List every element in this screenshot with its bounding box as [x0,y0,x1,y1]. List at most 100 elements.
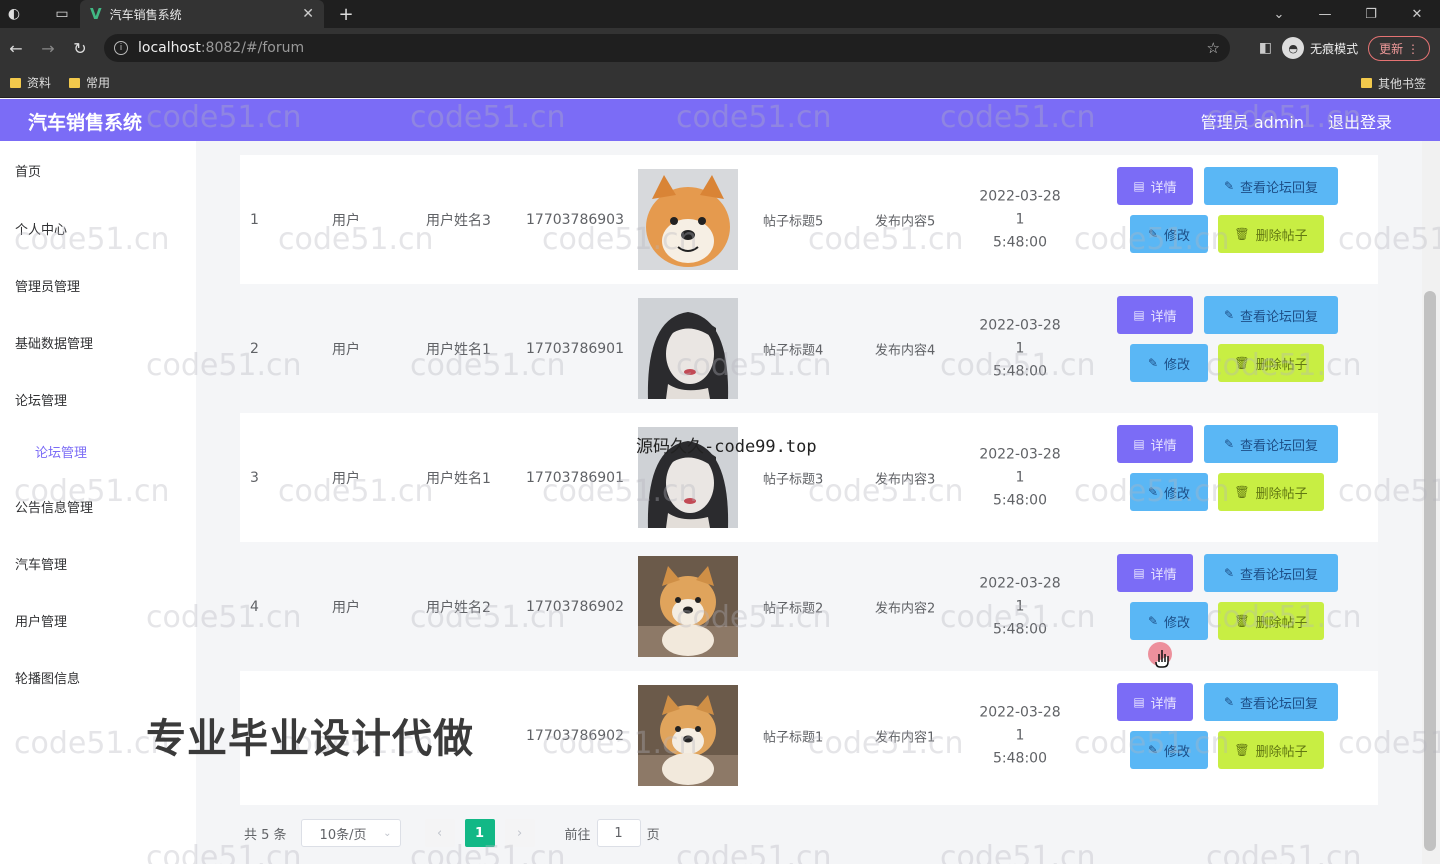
browser-tab[interactable]: V 汽车销售系统 ✕ [80,0,324,28]
page-scrollbar[interactable] [1422,141,1440,864]
sidebar-item-profile[interactable]: 个人中心 [15,219,67,238]
delete-label: 删除帖子 [1255,615,1308,631]
sidebar-item-forum[interactable]: 论坛管理 [15,390,67,409]
sidebar-item-car[interactable]: 汽车管理 [15,554,67,573]
row-post-image [638,556,738,657]
row-post-image [638,298,738,399]
row-user-type: 用户 [332,212,360,229]
row-post-time: 2022-03-28 1 5:48:00 [979,575,1061,637]
prev-page-button[interactable]: ‹ [424,819,455,847]
detail-button[interactable]: ▤ 详情 [1117,296,1193,334]
sidebar-item-home[interactable]: 首页 [15,161,41,180]
row-phone: 17703786902 [526,727,624,744]
trash-icon: 🗑 [1234,485,1250,499]
edit-label: 修改 [1164,228,1191,244]
delete-post-button[interactable]: 🗑 删除帖子 [1218,473,1324,511]
url-path: :8082/#/forum [200,40,305,56]
edit-button[interactable]: ✎ 修改 [1130,473,1208,511]
document-icon: ▤ [1133,566,1145,580]
current-user: 管理员 admin [1200,113,1304,132]
restore-button[interactable]: ❐ [1348,0,1394,28]
view-replies-button[interactable]: ✎ 查看论坛回复 [1204,167,1338,205]
row-index: 3 [250,469,259,486]
view-replies-button[interactable]: ✎ 查看论坛回复 [1204,554,1338,592]
next-page-button[interactable]: › [504,819,535,847]
tab-close-icon[interactable]: ✕ [302,6,314,22]
new-tab-button[interactable]: + [334,0,358,28]
toolbar-right: ◧ ◓ 无痕模式 更新 ⋮ [1259,34,1430,62]
edit-button[interactable]: ✎ 修改 [1130,731,1208,769]
view-replies-button[interactable]: ✎ 查看论坛回复 [1204,683,1338,721]
reload-button[interactable]: ↻ [64,28,96,68]
row-post-title: 帖子标题3 [763,472,824,487]
scrollbar-thumb[interactable] [1424,291,1436,851]
view-replies-button[interactable]: ✎ 查看论坛回复 [1204,296,1338,334]
row-phone: 17703786903 [526,211,624,228]
detail-label: 详情 [1150,180,1177,196]
pencil-icon: ✎ [1147,356,1159,370]
back-button[interactable]: ← [0,28,32,68]
sidebar-item-carousel[interactable]: 轮播图信息 [15,668,80,687]
logout-button[interactable]: 退出登录 [1328,109,1392,133]
forward-button[interactable]: → [32,28,64,68]
tab-strip-icon[interactable]: ▭ [48,0,76,28]
sidebar-item-user[interactable]: 用户管理 [15,611,67,630]
side-panel-icon[interactable]: ◧ [1259,40,1272,56]
detail-label: 详情 [1150,696,1177,712]
document-icon: ▤ [1133,695,1145,709]
document-icon: ▤ [1133,437,1145,451]
trash-icon: 🗑 [1234,227,1250,241]
row-post-time: 2022-03-28 1 5:48:00 [979,317,1061,379]
row-phone: 17703786902 [526,598,624,615]
view-replies-button[interactable]: ✎ 查看论坛回复 [1204,425,1338,463]
close-window-button[interactable]: ✕ [1394,0,1440,28]
tab-search-icon[interactable]: ⌄ [1256,0,1302,28]
delete-post-button[interactable]: 🗑 删除帖子 [1218,602,1324,640]
detail-button[interactable]: ▤ 详情 [1117,425,1193,463]
url-bar[interactable]: i localhost :8082/#/forum ☆ [104,34,1230,62]
sidebar-item-base-data[interactable]: 基础数据管理 [15,333,93,352]
pencil-icon: ✎ [1147,485,1159,499]
browser-globe-icon[interactable]: ◐ [0,0,28,28]
table-row: 1 用户 用户姓名3 17703786903 帖子标题5 发布内容5 2022-03-28 … [240,155,1378,284]
edit-label: 修改 [1164,486,1191,502]
bookmark-star-icon[interactable]: ☆ [1207,39,1220,57]
detail-button[interactable]: ▤ 详情 [1117,554,1193,592]
other-bookmarks[interactable]: 其他书签 [1360,68,1426,98]
sidebar-subitem-forum[interactable]: 论坛管理 [35,442,87,461]
delete-post-button[interactable]: 🗑 删除帖子 [1218,215,1324,253]
pagination: 共 5 条 10条/页 ⌄ ‹ 1 › 前往 1 页 [244,819,660,847]
edit-button[interactable]: ✎ 修改 [1130,602,1208,640]
detail-button[interactable]: ▤ 详情 [1117,167,1193,205]
delete-post-button[interactable]: 🗑 删除帖子 [1218,344,1324,382]
sidebar-item-admin[interactable]: 管理员管理 [15,276,80,295]
delete-post-button[interactable]: 🗑 删除帖子 [1218,731,1324,769]
window-controls: ⌄ — ❐ ✕ [1256,0,1440,28]
page-size-select[interactable]: 10条/页 ⌄ [300,819,401,847]
row-post-time: 2022-03-28 1 5:48:00 [979,704,1061,766]
detail-button[interactable]: ▤ 详情 [1117,683,1193,721]
view-replies-label: 查看论坛回复 [1240,309,1319,325]
page-number-current[interactable]: 1 [464,819,495,847]
info-icon[interactable]: i [114,41,128,55]
goto-prefix: 前往 [564,827,591,843]
bookmark-folder-1[interactable]: 资料 [10,74,51,91]
pencil-icon: ✎ [1147,227,1159,241]
row-post-content: 发布内容2 [875,601,936,616]
bookmark-label: 常用 [86,76,111,90]
table-row: 4 用户 用户姓名2 17703786902 帖子标题2 发布内容2 2022-03-28 … [240,542,1378,671]
row-post-content: 发布内容1 [875,730,936,745]
sidebar-item-notice[interactable]: 公告信息管理 [15,497,93,516]
row-post-title: 帖子标题5 [763,214,824,229]
trash-icon: 🗑 [1234,614,1250,628]
minimize-button[interactable]: — [1302,0,1348,28]
detail-label: 详情 [1150,309,1177,325]
trash-icon: 🗑 [1234,356,1250,370]
edit-button[interactable]: ✎ 修改 [1130,344,1208,382]
goto-page-input[interactable]: 1 [596,819,641,847]
bookmark-folder-2[interactable]: 常用 [69,74,110,91]
incognito-indicator[interactable]: ◓ 无痕模式 [1282,37,1358,59]
update-button[interactable]: 更新 ⋮ [1368,35,1430,61]
vue-logo-icon: V [90,5,102,23]
edit-button[interactable]: ✎ 修改 [1130,215,1208,253]
